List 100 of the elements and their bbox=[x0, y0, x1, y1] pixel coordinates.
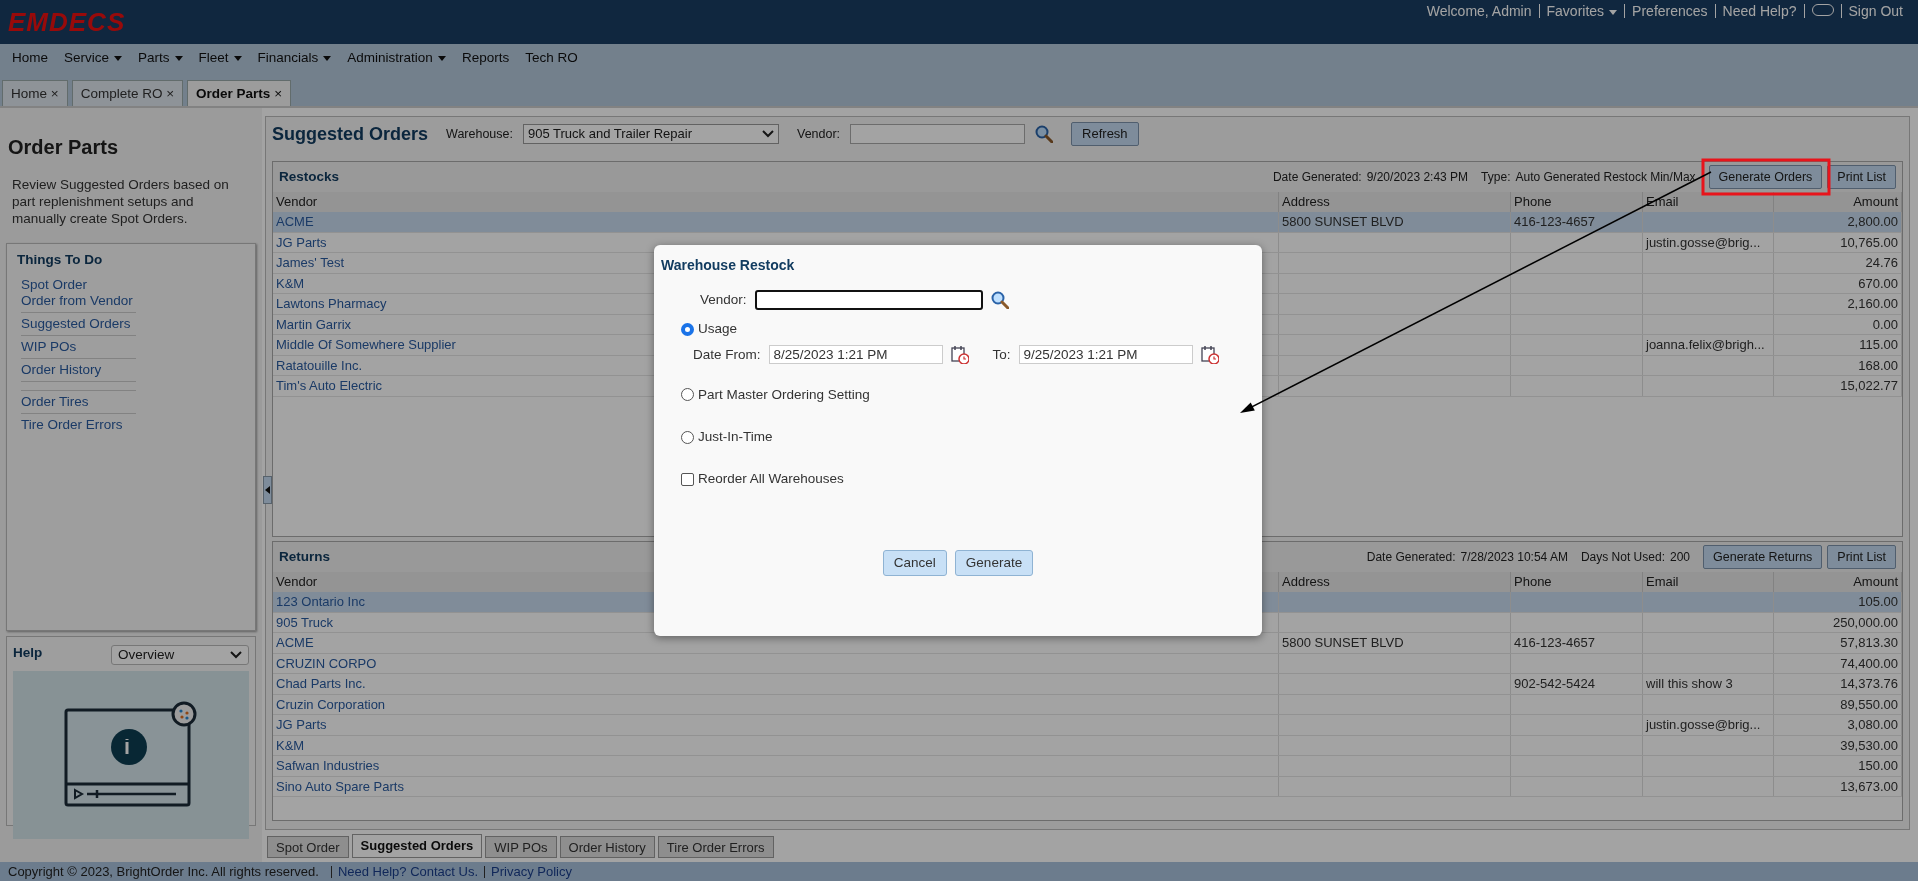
dialog-button[interactable]: Cancel bbox=[882, 549, 947, 576]
calendar-clock-icon[interactable] bbox=[950, 345, 969, 365]
footer-link[interactable]: Need Help? Contact Us. bbox=[330, 865, 485, 878]
vendor-link[interactable]: K&M bbox=[276, 275, 305, 291]
close-icon[interactable]: × bbox=[274, 86, 282, 101]
column-header: Vendor bbox=[273, 192, 1279, 212]
close-icon[interactable]: × bbox=[166, 86, 175, 101]
vendor-link[interactable]: K&M bbox=[276, 737, 305, 753]
option-label: Just-In-Time bbox=[698, 428, 773, 446]
sidebar-link[interactable]: Order History bbox=[21, 362, 136, 379]
menu-item[interactable]: Tech RO bbox=[517, 47, 586, 69]
menu-item[interactable]: Fleet bbox=[190, 47, 250, 69]
vendor-link[interactable]: Ratatouille Inc. bbox=[276, 357, 362, 373]
search-icon[interactable] bbox=[990, 291, 1009, 310]
meta-label: Date Generated: bbox=[1366, 549, 1456, 566]
sidebar-link[interactable]: WIP POs bbox=[21, 339, 136, 356]
table-cell: will this show 3 bbox=[1646, 676, 1733, 691]
menu-item[interactable]: Reports bbox=[453, 47, 518, 69]
sidebar-link[interactable]: Spot Order bbox=[21, 277, 136, 294]
table-cell: justin.gosse@brig... bbox=[1646, 234, 1761, 250]
radio-button[interactable] bbox=[681, 388, 694, 402]
menu-item[interactable]: Parts bbox=[130, 47, 191, 69]
field-label: Vendor: bbox=[797, 125, 841, 143]
vendor-link[interactable]: ACME bbox=[276, 213, 314, 229]
header-link[interactable]: Need Help? bbox=[1714, 4, 1804, 18]
table-row[interactable]: K&M 39,530.00 bbox=[273, 735, 1902, 756]
action-button[interactable]: Print List bbox=[1827, 165, 1896, 189]
tab[interactable]: WIP POs bbox=[485, 836, 557, 858]
vendor-link[interactable]: Tim's Auto Electric bbox=[276, 378, 383, 393]
favorites-menu[interactable]: Favorites bbox=[1538, 4, 1625, 18]
table-row[interactable]: Sino Auto Spare Parts 13,673.00 bbox=[273, 776, 1902, 797]
tab[interactable]: Home × bbox=[2, 80, 68, 106]
vendor-input[interactable] bbox=[850, 124, 1026, 144]
vendor-link[interactable]: JG Parts bbox=[276, 717, 327, 732]
vendor-link[interactable]: Middle Of Somewhere Supplier bbox=[276, 337, 456, 352]
vendor-link[interactable]: Lawtons Pharmacy bbox=[276, 296, 387, 311]
date-input[interactable]: 9/25/2023 1:21 PM bbox=[1018, 345, 1193, 365]
action-button[interactable]: Print List bbox=[1827, 545, 1896, 569]
sidebar-link[interactable]: Suggested Orders bbox=[21, 316, 136, 333]
table-cell: justin.gosse@brig... bbox=[1646, 717, 1761, 732]
caret-icon bbox=[1609, 9, 1618, 15]
vendor-link[interactable]: James' Test bbox=[276, 255, 344, 270]
refresh-button[interactable]: Refresh bbox=[1071, 122, 1139, 146]
vendor-link[interactable]: 905 Truck bbox=[276, 614, 334, 630]
action-button[interactable]: Generate Orders bbox=[1708, 165, 1823, 189]
video-thumbnail[interactable] bbox=[13, 671, 249, 840]
search-icon[interactable] bbox=[1035, 125, 1054, 143]
help-topic-select[interactable]: Overview bbox=[111, 645, 249, 666]
warehouse-select[interactable]: 905 Truck and Trailer Repair bbox=[523, 124, 779, 144]
footer-link[interactable]: Privacy Policy bbox=[484, 865, 578, 878]
column-header: Phone bbox=[1510, 572, 1643, 592]
table-cell: 39,530.00 bbox=[1840, 737, 1898, 753]
vendor-input[interactable] bbox=[754, 290, 983, 311]
table-row[interactable]: JG Parts justin.gosse@brig... 3,080.00 bbox=[273, 714, 1902, 735]
sidebar-link[interactable]: Order Tires bbox=[21, 394, 136, 411]
option-label: Usage bbox=[698, 320, 738, 339]
vendor-link[interactable]: JG Parts bbox=[276, 234, 327, 250]
radio-button[interactable] bbox=[681, 322, 694, 336]
header-link[interactable]: Preferences bbox=[1624, 4, 1715, 18]
close-icon[interactable]: × bbox=[50, 86, 59, 101]
chevron-down-icon bbox=[230, 651, 242, 660]
table-row[interactable]: Safwan Industries 150.00 bbox=[273, 755, 1902, 776]
sidebar-link[interactable]: Order from Vendor bbox=[21, 293, 136, 310]
table-row[interactable]: Chad Parts Inc. 902-542-5424 will this show 3 14,373.76 bbox=[273, 673, 1902, 694]
vendor-link[interactable]: ACME bbox=[276, 635, 314, 650]
column-header: Email bbox=[1642, 572, 1774, 592]
vendor-link[interactable]: CRUZIN CORPO bbox=[276, 655, 377, 671]
menu-item[interactable]: Financials bbox=[249, 47, 340, 69]
vendor-link[interactable]: Sino Auto Spare Parts bbox=[276, 778, 404, 794]
option-label: Part Master Ordering Setting bbox=[698, 385, 870, 404]
menu-item[interactable]: Home bbox=[4, 47, 56, 69]
tab[interactable]: Order Parts × bbox=[187, 80, 291, 106]
sidebar-link[interactable]: Tire Order Errors bbox=[21, 417, 136, 434]
table-row[interactable]: CRUZIN CORPO 74,400.00 bbox=[273, 653, 1902, 674]
radio-button[interactable] bbox=[681, 430, 694, 444]
action-button[interactable]: Generate Returns bbox=[1703, 545, 1823, 569]
dialog-title: Warehouse Restock bbox=[661, 256, 796, 275]
table-row[interactable]: Cruzin Corporation 89,550.00 bbox=[273, 694, 1902, 715]
calendar-clock-icon[interactable] bbox=[1200, 345, 1219, 365]
table-cell: 14,373.76 bbox=[1840, 676, 1898, 691]
menu-item[interactable]: Service bbox=[56, 47, 131, 69]
menu-item[interactable]: Administration bbox=[339, 47, 454, 69]
tab[interactable]: Tire Order Errors bbox=[657, 836, 774, 858]
collapse-handle[interactable] bbox=[263, 476, 272, 504]
vendor-link[interactable]: 123 Ontario Inc bbox=[276, 593, 365, 609]
meta-value: 7/28/2023 10:54 AM bbox=[1460, 549, 1568, 566]
tab[interactable]: Complete RO × bbox=[71, 80, 184, 106]
date-input[interactable]: 8/25/2023 1:21 PM bbox=[768, 345, 943, 365]
tab[interactable]: Order History bbox=[559, 836, 655, 858]
tab[interactable]: Suggested Orders bbox=[351, 834, 483, 858]
vendor-link[interactable]: Chad Parts Inc. bbox=[276, 676, 366, 691]
meta-value: 200 bbox=[1669, 549, 1690, 566]
dialog-button[interactable]: Generate bbox=[954, 549, 1034, 576]
header-link[interactable]: Sign Out bbox=[1840, 4, 1910, 18]
vendor-link[interactable]: Martin Garrix bbox=[276, 316, 352, 332]
checkbox[interactable] bbox=[681, 472, 694, 486]
tab[interactable]: Spot Order bbox=[267, 836, 349, 858]
vendor-link[interactable]: Cruzin Corporation bbox=[276, 696, 386, 712]
table-cell: 10,765.00 bbox=[1840, 234, 1898, 250]
vendor-link[interactable]: Safwan Industries bbox=[276, 758, 380, 773]
